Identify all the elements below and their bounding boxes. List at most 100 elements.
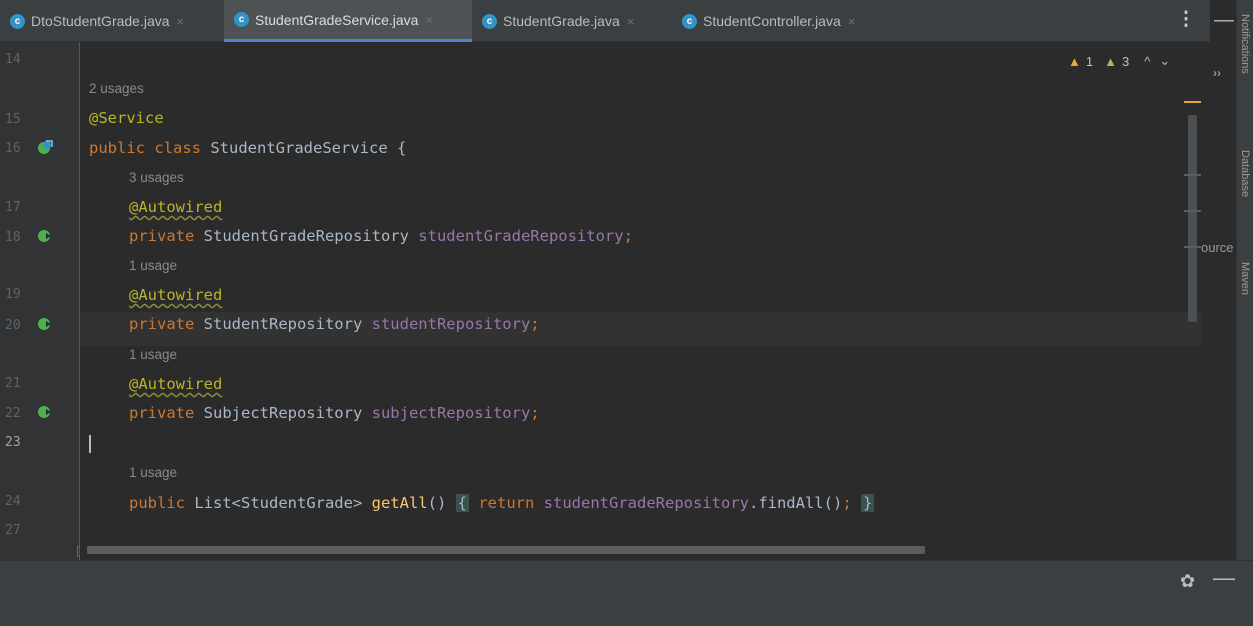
usages-hint[interactable]: 2 usages [89,81,144,96]
type: SubjectRepository [194,404,372,422]
editor-tab-bar: c DtoStudentGrade.java × c StudentGradeS… [0,0,1210,42]
minimize-icon[interactable]: — [1212,0,1236,42]
line-number: 15 [5,112,21,127]
method-name: getAll [371,494,428,512]
keyword: private [129,404,195,422]
keyword: return [478,494,535,512]
tab-student-grade-service[interactable]: c StudentGradeService.java × [224,0,472,42]
next-highlight-icon[interactable]: ⌄ [1159,53,1170,69]
text-caret [89,434,91,453]
code-line-17: @Autowired [129,198,222,216]
error-stripe-mark[interactable] [1184,101,1201,103]
keyword: class [154,139,202,157]
more-tabs-icon[interactable]: ⋮ [1176,8,1196,34]
close-icon[interactable]: × [627,14,635,29]
line-number: 18 [5,230,21,245]
code-line-19: @Autowired [129,286,222,304]
keyword: private [129,315,195,333]
notifications-tool-button[interactable]: Notifications [1239,14,1251,102]
autowired-bean-icon[interactable] [37,228,53,244]
bottom-tool-panel: ✿ — [0,560,1253,626]
close-icon[interactable]: × [848,14,856,29]
brace: } [861,494,875,512]
code-line-20: private StudentRepository studentReposit… [129,315,540,333]
field: studentGradeRepository [418,227,624,245]
semicolon: ; [842,494,852,512]
code-editor[interactable]: 2 usages @Service public class StudentGr… [80,42,1201,560]
semicolon: ; [623,227,633,245]
line-number: 27 [5,523,21,538]
warning-count: 1 [1085,53,1094,69]
brace: { [455,494,469,512]
class-icon: c [234,12,249,27]
annotation: @Autowired [129,198,223,216]
class-icon: c [10,13,25,29]
line-number-current: 23 [5,435,21,450]
chevron-right-icon[interactable]: ›› [1213,66,1221,80]
keyword: private [129,227,195,245]
error-stripe-mark[interactable] [1184,210,1201,212]
autowired-bean-icon[interactable] [37,404,53,420]
code-line-16: public class StudentGradeService { [89,139,406,157]
line-number-gutter[interactable]: 14 15 16 17 18 19 20 21 22 23 24 27 ⊟ [0,42,88,560]
close-icon[interactable]: × [425,12,433,27]
class-icon: c [482,13,497,29]
code-line-15: @Service [89,109,164,127]
error-stripe-mark[interactable] [1184,246,1201,248]
usages-hint[interactable]: 3 usages [129,170,184,185]
tab-label: StudentGradeService.java [255,11,419,28]
line-number: 19 [5,287,21,302]
line-number: 20 [5,318,21,333]
keyword: public [89,139,145,157]
code-line-21: @Autowired [129,375,222,393]
spring-bean-icon[interactable] [37,139,53,155]
semicolon: ; [530,404,540,422]
annotation: @Service [89,109,164,127]
line-number: 17 [5,200,21,215]
warning-icon: ▲ [1068,53,1081,69]
method-call: .findAll() [748,494,843,512]
tab-label: StudentController.java [703,13,841,29]
tab-dto-student-grade[interactable]: c DtoStudentGrade.java × [0,0,222,42]
usages-hint[interactable]: 1 usage [129,347,177,362]
code-line-18: private StudentGradeRepository studentGr… [129,227,633,245]
horizontal-scrollbar[interactable] [87,546,925,554]
line-number: 22 [5,406,21,421]
type: StudentGradeRepository [194,227,419,245]
keyword: public [129,494,185,512]
line-number: 14 [5,52,21,67]
tab-student-grade[interactable]: c StudentGrade.java × [472,0,672,42]
source-label-fragment: ource [1201,240,1234,255]
tab-label: StudentGrade.java [503,13,620,29]
line-number: 16 [5,141,21,156]
annotation: @Autowired [129,375,223,393]
type: StudentRepository [194,315,372,333]
autowired-bean-icon[interactable] [37,316,53,332]
field: studentRepository [371,315,531,333]
weak-warning-icon: ▲ [1104,53,1117,69]
type: List<StudentGrade> [185,494,372,512]
inspections-widget[interactable]: ▲ 1 ▲ 3 ^ ⌄ [1068,53,1170,69]
field: subjectRepository [371,404,531,422]
weak-warning-count: 3 [1121,53,1130,69]
semicolon: ; [530,315,540,333]
line-number: 21 [5,376,21,391]
vertical-scrollbar[interactable] [1188,115,1197,322]
tab-student-controller[interactable]: c StudentController.java × [672,0,902,42]
error-stripe-mark[interactable] [1184,174,1201,176]
tab-label: DtoStudentGrade.java [31,13,170,29]
database-tool-button[interactable]: Database [1239,150,1251,240]
line-number: 24 [5,494,21,509]
usages-hint[interactable]: 1 usage [129,465,177,480]
gear-icon[interactable]: ✿ [1180,571,1195,592]
minimize-icon[interactable]: — [1213,565,1235,591]
previous-highlight-icon[interactable]: ^ [1144,54,1150,69]
code-line-23 [89,434,91,453]
class-icon: c [682,13,697,29]
class-declaration: StudentGradeService { [201,139,407,157]
usages-hint[interactable]: 1 usage [129,258,177,273]
code-line-24: public List<StudentGrade> getAll() { ret… [129,494,875,512]
code-line-22: private SubjectRepository subjectReposit… [129,404,540,422]
maven-tool-button[interactable]: Maven [1239,262,1251,342]
close-icon[interactable]: × [177,14,185,29]
